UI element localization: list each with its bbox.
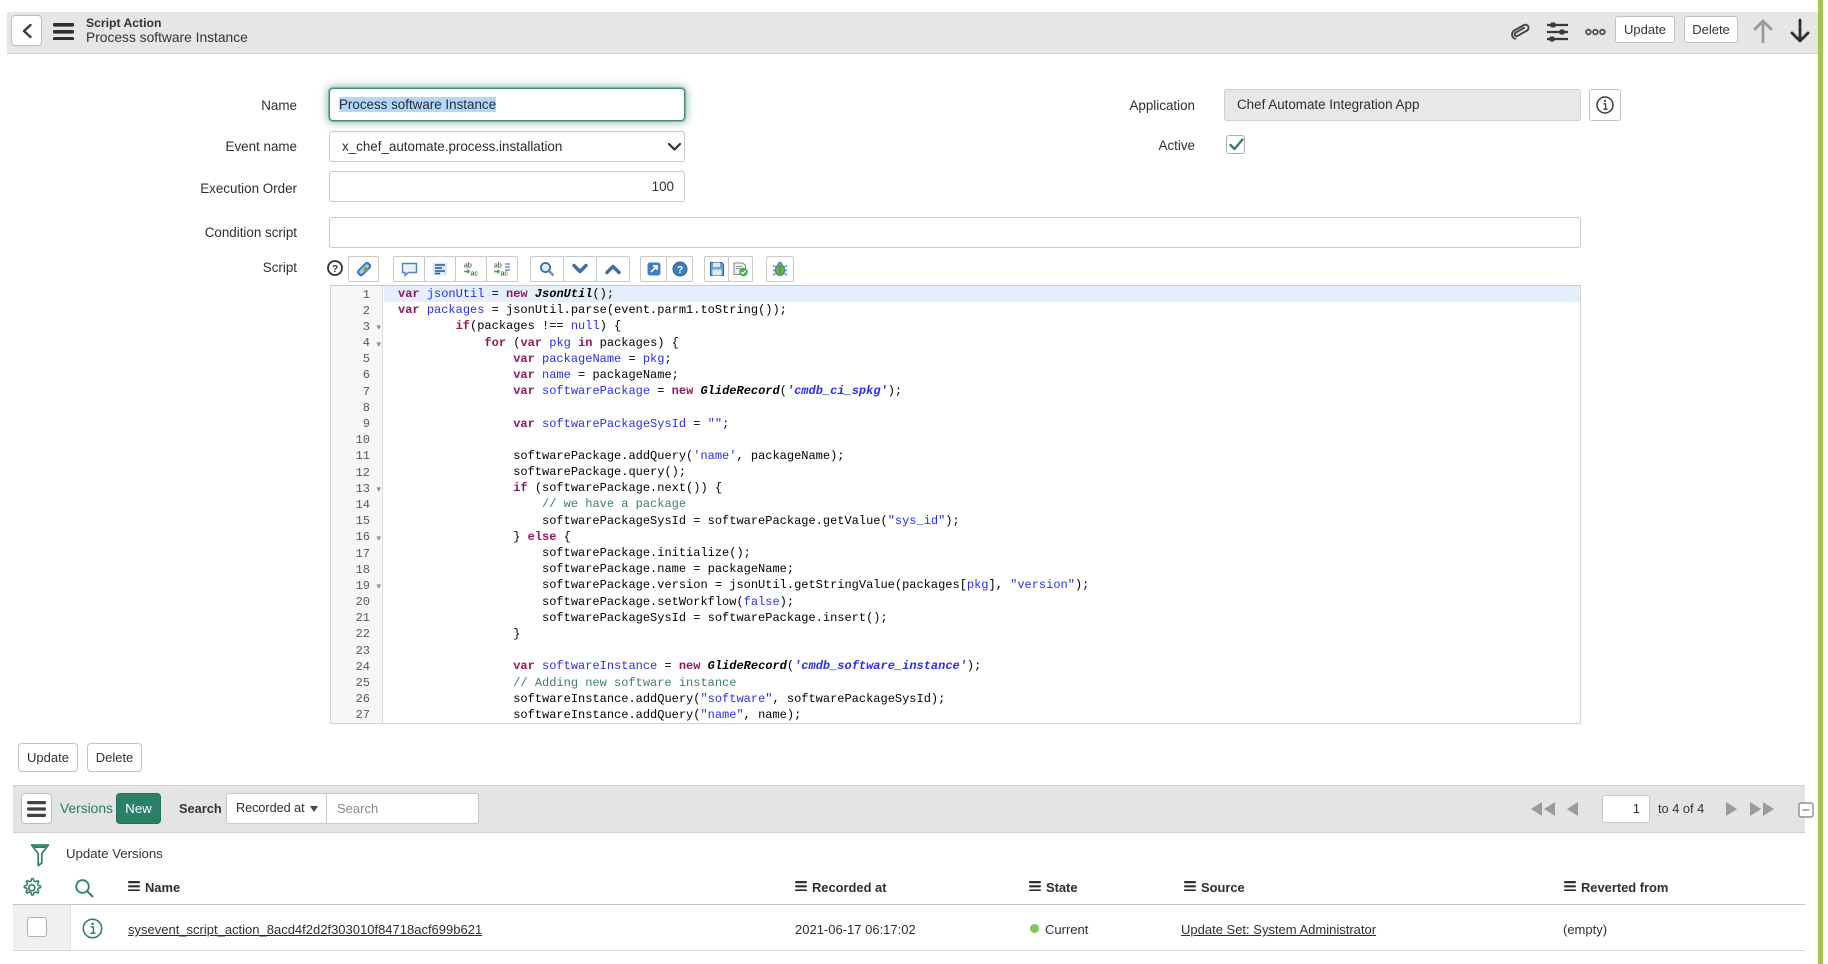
svg-text:?: ? bbox=[676, 265, 682, 276]
svg-text:?: ? bbox=[332, 264, 338, 275]
svg-text:ab: ab bbox=[464, 263, 472, 270]
svg-text:ac: ac bbox=[501, 271, 509, 278]
svg-text:ab: ab bbox=[494, 263, 502, 270]
svg-text:ac: ac bbox=[471, 271, 479, 278]
